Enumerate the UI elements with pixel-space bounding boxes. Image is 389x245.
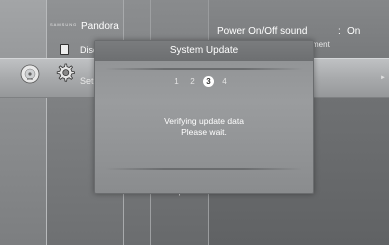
menu-icon-column [0,0,47,245]
update-step-3-active: 3 [203,76,214,87]
update-wait-message: Please wait. [181,127,227,137]
dvd-disc-icon: DVD [20,64,40,84]
power-sound-separator: : [338,26,341,37]
brand-logo: SAMSUNG [50,22,78,27]
system-update-dialog: System Update 1 2 3 4 Verifying update d… [94,40,314,194]
update-step-1: 1 [174,77,179,86]
update-status-message: Verifying update data [164,116,244,126]
disc-icon [60,44,69,55]
update-step-4: 4 [222,77,227,86]
menu-item-pandora[interactable]: Pandora [81,21,119,32]
dialog-title: System Update [169,45,239,56]
dialog-divider-bottom [105,168,303,170]
settings-item-partial[interactable]: ment [312,40,330,49]
update-step-2: 2 [190,77,195,86]
tv-menu-screen: SAMSUNG Pandora Disc DVD Set Power On/Of… [0,0,389,245]
svg-text:DVD: DVD [27,77,34,81]
dialog-divider-top [105,68,303,70]
menu-item-settings[interactable]: Set [80,76,94,86]
power-sound-value[interactable]: On [347,26,360,37]
power-sound-label[interactable]: Power On/Off sound [217,26,307,37]
gear-icon[interactable] [54,62,76,84]
arrow-right-icon: ► [380,75,386,81]
